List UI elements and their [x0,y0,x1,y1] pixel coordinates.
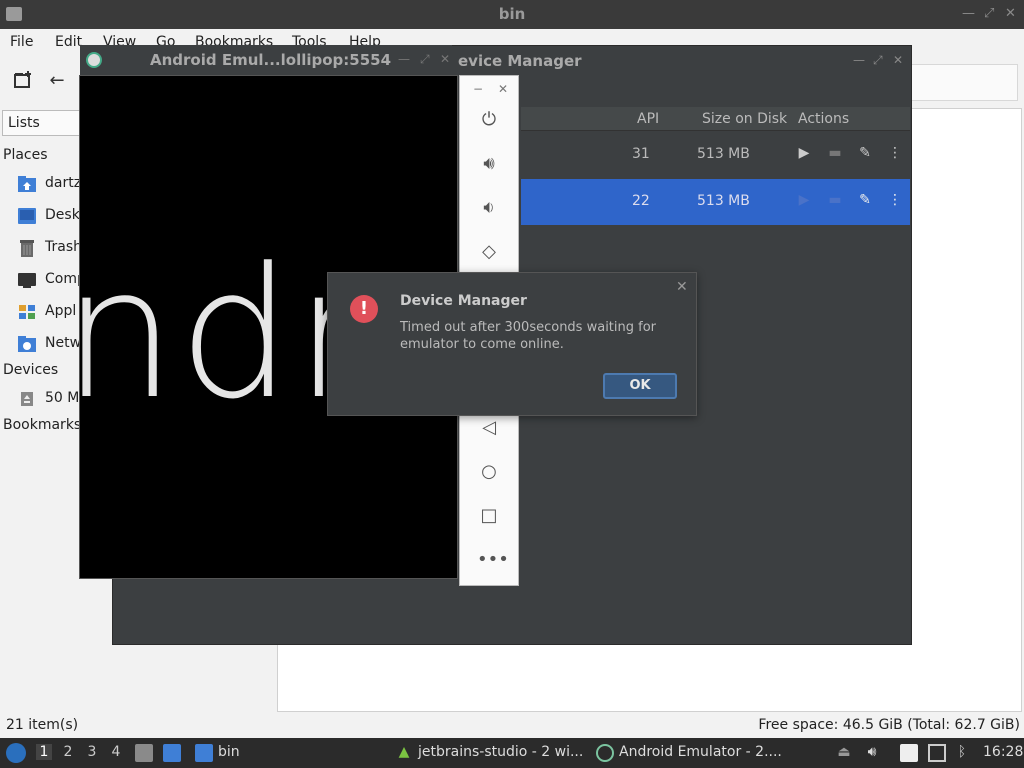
minimize-icon[interactable]: — [962,6,975,21]
back-icon[interactable]: ◁ [477,416,501,440]
workspace-4[interactable]: 4 [108,744,124,760]
column-size[interactable]: Size on Disk [702,111,787,127]
launch-icon[interactable]: ▶ [796,145,812,163]
error-icon: ! [350,295,378,323]
ok-button[interactable]: OK [603,373,677,399]
rotate-icon[interactable]: ◇ [477,240,501,264]
edit-icon[interactable]: ✎ [857,145,873,163]
clock: 16:28 [983,744,1024,760]
maximize-icon[interactable]: ⤢ [873,53,883,68]
task-android-studio[interactable]: jetbrains-studio - 2 wi... [418,744,583,760]
edit-icon[interactable]: ✎ [857,192,873,210]
workspace-1[interactable]: 1 [36,744,52,760]
error-dialog: ! Device Manager Timed out after 300seco… [327,272,697,416]
column-actions: Actions [798,111,850,127]
table-row[interactable]: 31 513 MB ▶ ▬ ✎ ⋮ [521,132,910,178]
folder-icon[interactable]: ▬ [827,192,843,210]
menu-file[interactable]: File [10,34,33,50]
emulator-titlebar[interactable]: Android Emul...lollipop:5554 — ⤢ ✕ [80,45,452,75]
network-icon[interactable] [928,744,946,762]
folder-task-icon[interactable] [195,744,213,762]
devices-heading: Devices [3,362,59,378]
desktop-icon [17,207,37,225]
file-manager-titlebar[interactable]: bin — ⤢ ✕ [0,0,1024,29]
power-icon[interactable]: ⏻ [477,108,501,132]
back-arrow-icon[interactable]: ← [46,70,68,92]
drive-tray-icon[interactable]: ⏏ [835,744,853,762]
volume-icon[interactable]: 🔊︎ [863,744,881,762]
sidebar-item-label: Netw [45,335,82,351]
side-pane-mode-select[interactable]: Lists [2,110,82,136]
bluetooth-icon[interactable]: ᛒ [953,744,971,762]
table-header: API Size on Disk Actions [521,107,910,131]
size-on-disk: 513 MB [697,193,750,209]
file-manager-launcher-icon[interactable] [135,744,153,762]
sidebar-item-label: Desk [45,207,80,223]
task-emulator[interactable]: Android Emulator - 2.... [619,744,782,760]
api-level: 22 [632,193,650,209]
applications-icon [17,303,37,321]
new-tab-icon[interactable] [12,70,34,92]
close-icon[interactable]: ✕ [1005,6,1016,21]
close-icon[interactable]: ✕ [498,82,508,96]
drive-icon [17,390,37,408]
close-icon[interactable]: ✕ [893,53,903,67]
dialog-message: Timed out after 300seconds waiting for e… [400,320,657,352]
minimize-icon[interactable]: — [853,53,865,67]
size-on-disk: 513 MB [697,146,750,162]
more-icon[interactable]: ⋮ [887,145,903,163]
maximize-icon[interactable]: ⤢ [984,6,994,21]
android-studio-task-icon[interactable]: ▲ [395,744,413,762]
sidebar-item-label: dartz [45,175,82,191]
maximize-icon[interactable]: ⤢ [420,52,430,67]
sidebar-item-label: 50 M [45,390,80,406]
menu-edit[interactable]: Edit [55,34,82,50]
dialog-title: Device Manager [400,293,527,309]
overview-icon[interactable]: □ [477,504,501,528]
network-folder-icon [17,335,37,353]
column-api[interactable]: API [637,111,659,127]
launch-icon[interactable]: ▶ [796,192,812,210]
home-folder-icon [17,175,37,193]
minimize-icon[interactable]: — [398,52,410,66]
desktop-launcher-icon[interactable] [163,744,181,762]
emulator-task-icon[interactable] [596,744,614,762]
places-heading: Places [3,147,48,163]
table-row[interactable]: 22 513 MB ▶ ▬ ✎ ⋮ [521,179,910,225]
folder-icon[interactable]: ▬ [827,145,843,163]
emulator-title: Android Emul...lollipop:5554 [150,51,392,69]
status-item-count: 21 item(s) [6,717,79,733]
emulator-logo-icon [86,52,102,68]
start-menu-icon[interactable] [6,743,26,763]
volume-up-icon[interactable]: 🔊︎ [477,152,501,176]
volume-down-icon[interactable]: 🔉︎ [477,196,501,220]
close-icon[interactable]: ✕ [440,52,450,66]
window-title: evice Manager [458,52,582,70]
location-bar[interactable] [910,64,1018,101]
bookmarks-heading: Bookmarks [3,417,82,433]
window-title: bin [498,5,526,23]
workspace-2[interactable]: 2 [60,744,76,760]
status-free-space: Free space: 46.5 GiB (Total: 62.7 GiB) [758,717,1020,733]
side-pane-mode-value: Lists [8,115,40,131]
more-icon[interactable]: ⋮ [887,192,903,210]
close-icon[interactable]: ✕ [676,279,688,295]
clipboard-icon[interactable] [900,744,918,762]
taskbar: 1 2 3 4 bin ▲ jetbrains-studio - 2 wi...… [0,738,1024,768]
computer-icon [17,271,37,289]
workspace-3[interactable]: 3 [84,744,100,760]
minimize-icon[interactable]: − [473,82,483,96]
more-icon[interactable]: ••• [477,548,509,572]
trash-icon [17,239,37,257]
api-level: 31 [632,146,650,162]
sidebar-item-label: Trash [45,239,82,255]
task-bin[interactable]: bin [218,744,240,760]
sidebar-item-label: Appl [45,303,77,319]
home-icon[interactable]: ○ [477,460,501,484]
